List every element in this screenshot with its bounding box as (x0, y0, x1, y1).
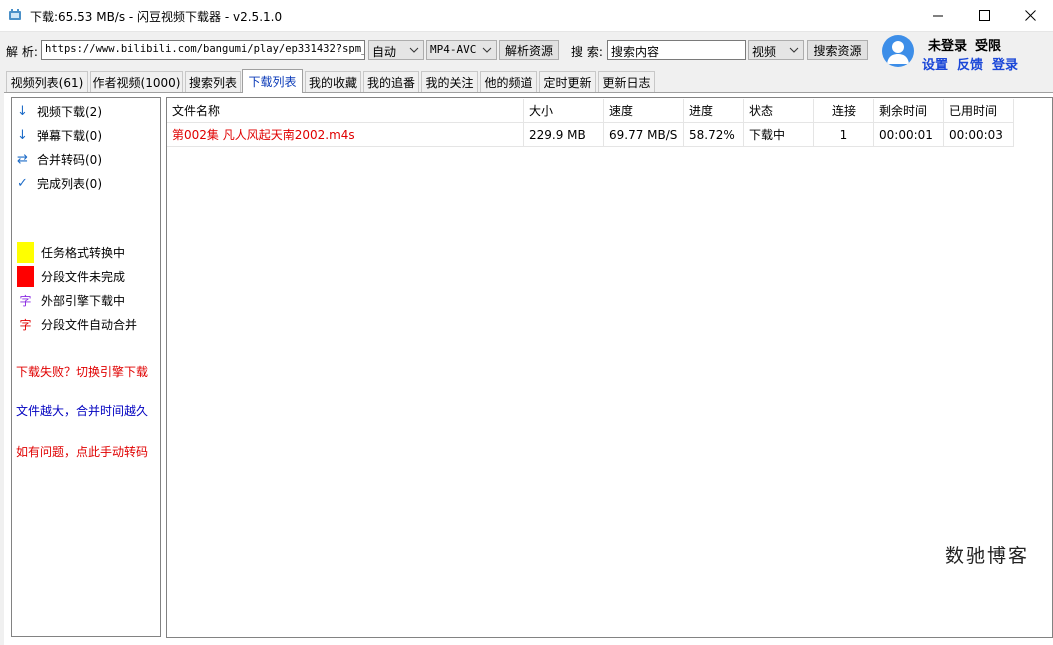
char-glyph-red: 字 (19, 318, 32, 332)
swap-arrows-icon: ⇄ (17, 151, 28, 167)
format-select-value: MP4-AVC (430, 43, 477, 56)
legend-format-converting: 任务格式转换中 (17, 242, 125, 263)
cell-file-name: 第002集 凡人风起天南2002.m4s (167, 123, 524, 147)
tab-download-list[interactable]: 下载列表 (242, 69, 303, 93)
merge-time-note: 文件越大，合并时间越久 (16, 404, 149, 418)
tab-changelog[interactable]: 更新日志 (598, 71, 655, 92)
download-table: 文件名称 大小 速度 进度 状态 连接 剩余时间 已用时间 第002集 凡人风起… (166, 97, 1053, 638)
cell-remaining: 00:00:01 (874, 123, 944, 147)
tab-my-favorites[interactable]: 我的收藏 (305, 71, 361, 92)
quality-select-value: 自动 (372, 45, 397, 59)
sidebar-item-merge-transcode[interactable]: ⇄ 合并转码(0) (17, 149, 102, 169)
sidebar-item-label: 视频下载(2) (37, 104, 102, 119)
restriction-status: 受限 (975, 39, 1002, 54)
column-header-size[interactable]: 大小 (524, 99, 604, 123)
minimize-icon (932, 15, 943, 17)
login-status: 未登录 (928, 39, 968, 54)
column-header-speed[interactable]: 速度 (604, 99, 684, 123)
window-title: 下载:65.53 MB/s - 闪豆视频下载器 - v2.5.1.0 (30, 10, 283, 24)
column-header-status[interactable]: 状态 (744, 99, 814, 123)
checkmark-icon: ✓ (17, 175, 28, 191)
sidebar-item-completed[interactable]: ✓ 完成列表(0) (17, 173, 102, 193)
chevron-down-icon (409, 47, 419, 53)
sidebar-item-video-download[interactable]: ↓ 视频下载(2) (17, 101, 102, 121)
tab-my-bangumi[interactable]: 我的追番 (363, 71, 419, 92)
cell-speed: 69.77 MB/S (604, 123, 684, 147)
sidebar: ↓ 视频下载(2) ↓ 弹幕下载(0) ⇄ 合并转码(0) ✓ 完成列表(0) … (11, 97, 161, 637)
sidebar-item-label: 合并转码(0) (37, 152, 102, 167)
tab-my-follows[interactable]: 我的关注 (421, 71, 478, 92)
sidebar-item-danmaku-download[interactable]: ↓ 弹幕下载(0) (17, 125, 102, 145)
legend-auto-merge: 字 分段文件自动合并 (17, 316, 137, 333)
cell-progress: 58.72% (684, 123, 744, 147)
cell-connections: 1 (814, 123, 874, 147)
quality-select[interactable]: 自动 (368, 40, 424, 60)
cell-size: 229.9 MB (524, 123, 604, 147)
close-icon (1024, 10, 1036, 21)
search-label: 搜 索: (571, 45, 603, 59)
title-bar: 下载:65.53 MB/s - 闪豆视频下载器 - v2.5.1.0 (0, 0, 1053, 32)
column-header-progress[interactable]: 进度 (684, 99, 744, 123)
legend-label: 分段文件自动合并 (41, 318, 138, 332)
legend-label: 分段文件未完成 (41, 270, 126, 284)
watermark-text: 数驰博客 (945, 545, 1030, 567)
search-type-select[interactable]: 视频 (748, 40, 804, 60)
maximize-icon (978, 10, 990, 21)
column-header-name[interactable]: 文件名称 (167, 99, 524, 123)
avatar-icon[interactable] (882, 35, 914, 67)
search-type-value: 视频 (752, 45, 777, 59)
red-swatch (17, 266, 34, 287)
parse-label: 解 析: (6, 45, 38, 59)
search-input[interactable]: 搜索内容 (607, 40, 746, 60)
chevron-down-icon (789, 47, 799, 53)
tab-their-channel[interactable]: 他的频道 (480, 71, 537, 92)
tab-scheduled-update[interactable]: 定时更新 (539, 71, 596, 92)
format-select[interactable]: MP4-AVC (426, 40, 497, 60)
cell-status: 下载中 (744, 123, 814, 147)
minimize-button[interactable] (915, 0, 961, 31)
download-arrow-icon: ↓ (17, 103, 28, 119)
app-icon (9, 9, 21, 20)
settings-link[interactable]: 设置 (922, 54, 948, 73)
manual-transcode-link[interactable]: 如有问题，点此手动转码 (16, 443, 148, 460)
column-header-connections[interactable]: 连接 (814, 99, 874, 123)
yellow-swatch (17, 242, 34, 263)
login-link[interactable]: 登录 (992, 54, 1018, 73)
sidebar-item-label: 弹幕下载(0) (37, 128, 102, 143)
table-row[interactable]: 第002集 凡人风起天南2002.m4s 229.9 MB 69.77 MB/S… (167, 123, 1014, 147)
url-input[interactable]: https://www.bilibili.com/bangumi/play/ep… (41, 40, 365, 60)
close-button[interactable] (1007, 0, 1053, 31)
chevron-down-icon (482, 47, 492, 53)
legend-external-engine: 字 外部引擎下载中 (17, 292, 125, 309)
feedback-link[interactable]: 反馈 (957, 54, 983, 73)
parse-button[interactable]: 解析资源 (499, 40, 559, 60)
tab-search-list[interactable]: 搜索列表 (185, 71, 241, 92)
legend-label: 任务格式转换中 (41, 246, 126, 260)
char-glyph-purple: 字 (19, 294, 32, 308)
switch-engine-link[interactable]: 下载失败？切换引擎下载 (16, 363, 148, 380)
column-header-remaining[interactable]: 剩余时间 (874, 99, 944, 123)
tab-author-videos[interactable]: 作者视频(1000) (90, 71, 183, 92)
cell-elapsed: 00:00:03 (944, 123, 1014, 147)
download-arrow-icon: ↓ (17, 127, 28, 143)
tab-video-list[interactable]: 视频列表(61) (6, 71, 88, 92)
legend-label: 外部引擎下载中 (41, 294, 126, 308)
column-header-elapsed[interactable]: 已用时间 (944, 99, 1014, 123)
user-silhouette-icon (887, 41, 909, 64)
maximize-button[interactable] (961, 0, 1007, 31)
legend-segment-incomplete: 分段文件未完成 (17, 266, 125, 287)
search-button[interactable]: 搜索资源 (807, 40, 868, 60)
sidebar-item-label: 完成列表(0) (37, 176, 102, 191)
